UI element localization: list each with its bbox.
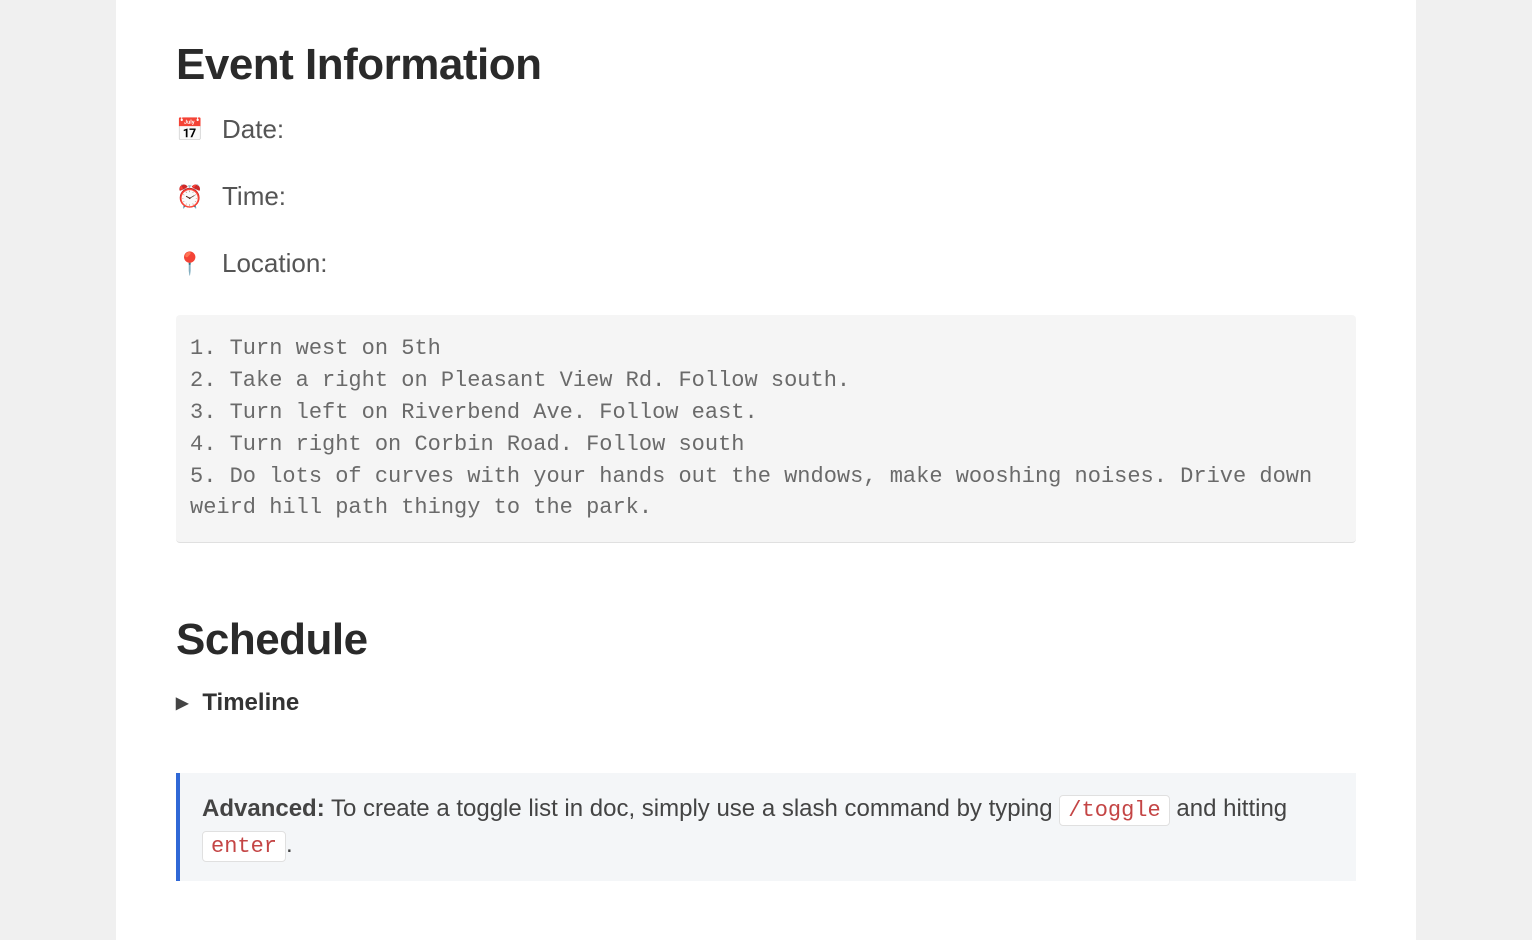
callout-text: To create a toggle list in doc, simply u… (325, 795, 1060, 822)
date-row[interactable]: 📅 Date: (176, 114, 1356, 145)
directions-code-block[interactable]: 1. Turn west on 5th 2. Take a right on P… (176, 315, 1356, 543)
location-row[interactable]: 📍 Location: (176, 248, 1356, 279)
callout-text: . (286, 831, 293, 858)
toggle-label: Timeline (202, 689, 299, 717)
direction-line: 1. Turn west on 5th (190, 333, 1342, 365)
caret-right-icon: ▶ (176, 693, 188, 713)
kbd-toggle: /toggle (1059, 795, 1169, 826)
timeline-toggle[interactable]: ▶ Timeline (176, 689, 1356, 717)
direction-line: 4. Turn right on Corbin Road. Follow sou… (190, 429, 1342, 461)
event-info-heading: Event Information (176, 40, 1356, 90)
kbd-enter: enter (202, 831, 286, 862)
date-label: Date: (222, 114, 284, 145)
pin-icon: 📍 (176, 250, 204, 278)
calendar-icon: 📅 (176, 116, 204, 144)
direction-line: 2. Take a right on Pleasant View Rd. Fol… (190, 365, 1342, 397)
clock-icon: ⏰ (176, 183, 204, 211)
location-label: Location: (222, 248, 328, 279)
direction-line: 3. Turn left on Riverbend Ave. Follow ea… (190, 397, 1342, 429)
callout-strong-label: Advanced: (202, 795, 325, 822)
advanced-callout: Advanced: To create a toggle list in doc… (176, 773, 1356, 881)
time-row[interactable]: ⏰ Time: (176, 181, 1356, 212)
schedule-section: Schedule ▶ Timeline Advanced: To create … (176, 615, 1356, 881)
direction-line: 5. Do lots of curves with your hands out… (190, 461, 1342, 525)
schedule-heading: Schedule (176, 615, 1356, 665)
callout-text: and hitting (1170, 795, 1287, 822)
time-label: Time: (222, 181, 286, 212)
document-page: Event Information 📅 Date: ⏰ Time: 📍 Loca… (116, 0, 1416, 940)
